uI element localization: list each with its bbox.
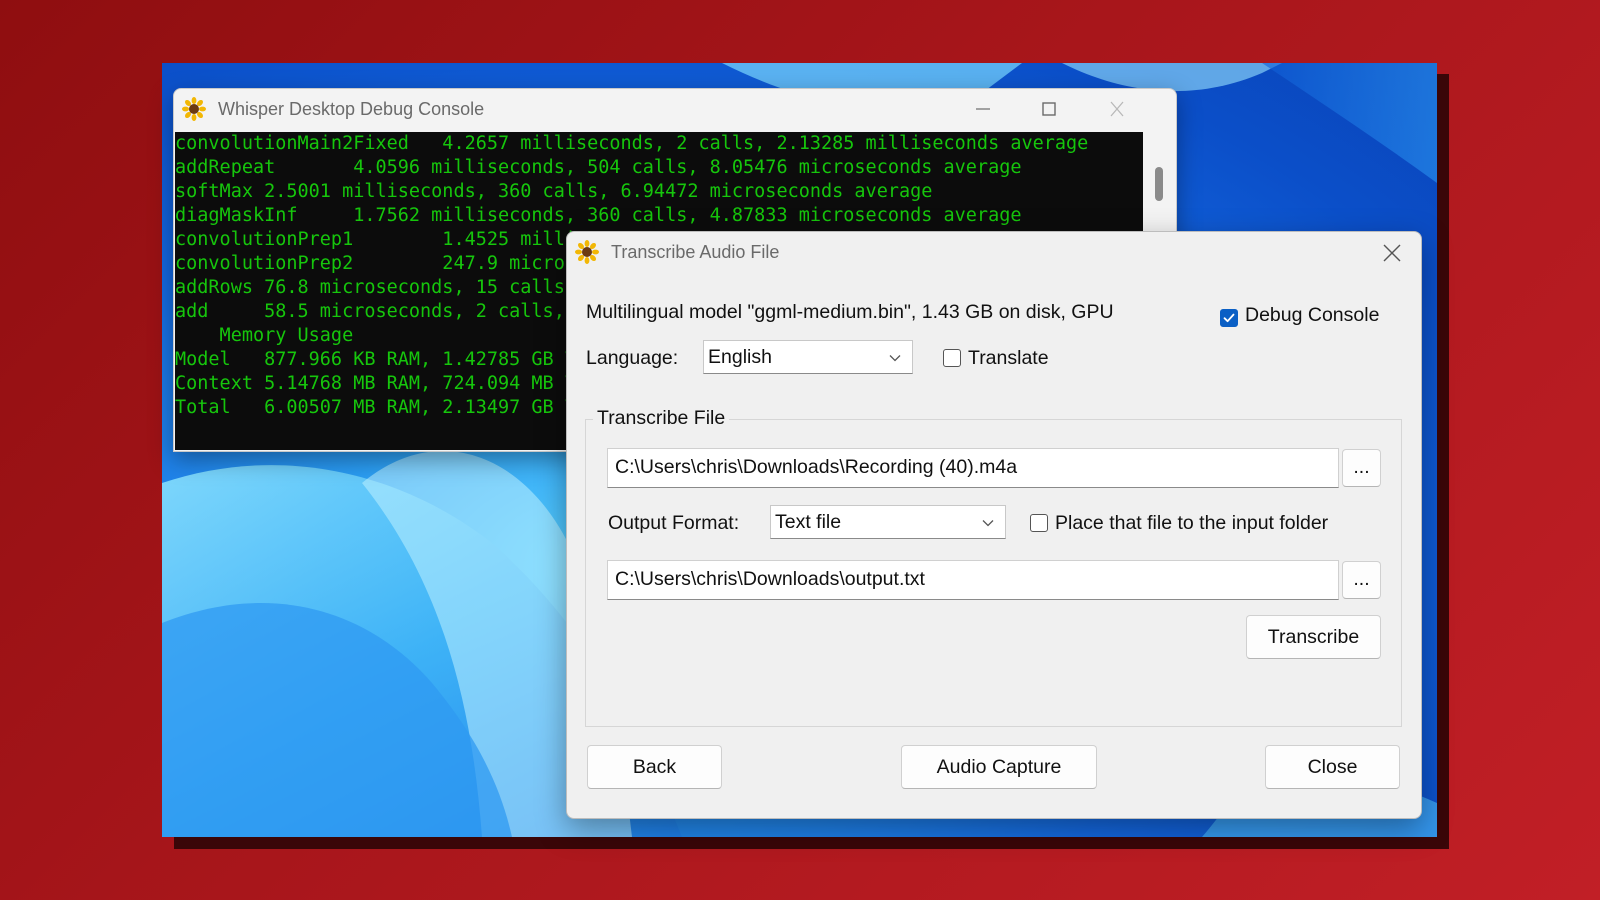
sunflower-icon [182, 97, 206, 121]
output-format-label: Output Format: [608, 512, 740, 534]
console-line: convolutionMain2Fixed 4.2657 millisecond… [175, 133, 1089, 154]
place-in-input-folder-checkbox[interactable] [1030, 514, 1048, 532]
debug-console-checkbox[interactable] [1220, 309, 1238, 327]
back-button[interactable]: Back [587, 745, 722, 789]
sunflower-icon [575, 240, 599, 264]
console-titlebar[interactable]: Whisper Desktop Debug Console [174, 89, 1176, 129]
output-format-select[interactable]: Text file [770, 505, 1006, 539]
input-path-value: C:\Users\chris\Downloads\Recording (40).… [615, 456, 1018, 478]
output-format-value: Text file [775, 511, 842, 533]
language-select[interactable]: English [703, 340, 913, 374]
scrollbar-thumb[interactable] [1155, 167, 1163, 201]
maximize-icon[interactable] [1036, 97, 1062, 121]
language-label: Language: [586, 347, 679, 369]
dialog-title: Transcribe Audio File [611, 242, 780, 262]
model-info: Multilingual model "ggml-medium.bin", 1.… [586, 301, 1114, 323]
debug-console-label[interactable]: Debug Console [1245, 304, 1379, 327]
input-path-field[interactable]: C:\Users\chris\Downloads\Recording (40).… [607, 448, 1339, 488]
console-title: Whisper Desktop Debug Console [218, 99, 485, 119]
transcribe-dialog: Transcribe Audio File Multilingual model… [566, 231, 1422, 819]
chevron-down-icon [889, 355, 901, 362]
browse-input-button[interactable]: ... [1342, 449, 1381, 487]
console-line: diagMaskInf 1.7562 milliseconds, 360 cal… [175, 205, 1022, 226]
dialog-titlebar[interactable]: Transcribe Audio File [567, 232, 1421, 272]
transcribe-button[interactable]: Transcribe [1246, 615, 1381, 659]
console-line: softMax 2.5001 milliseconds, 360 calls, … [175, 181, 933, 202]
minimize-icon[interactable] [970, 97, 996, 121]
audio-capture-button[interactable]: Audio Capture [901, 745, 1097, 789]
output-path-value: C:\Users\chris\Downloads\output.txt [615, 568, 925, 590]
chevron-down-icon [982, 520, 994, 527]
close-icon[interactable] [1377, 238, 1407, 268]
place-in-input-folder-label[interactable]: Place that file to the input folder [1055, 512, 1328, 535]
language-value: English [708, 346, 772, 368]
translate-label[interactable]: Translate [968, 347, 1049, 370]
console-line: addRepeat 4.0596 milliseconds, 504 calls… [175, 157, 1022, 178]
checkmark-icon [1223, 313, 1235, 323]
browse-output-button[interactable]: ... [1342, 561, 1381, 599]
translate-checkbox[interactable] [943, 349, 961, 367]
transcribe-file-group-title: Transcribe File [593, 407, 730, 430]
output-path-field[interactable]: C:\Users\chris\Downloads\output.txt [607, 560, 1339, 600]
close-icon[interactable] [1104, 97, 1130, 121]
close-button[interactable]: Close [1265, 745, 1400, 789]
